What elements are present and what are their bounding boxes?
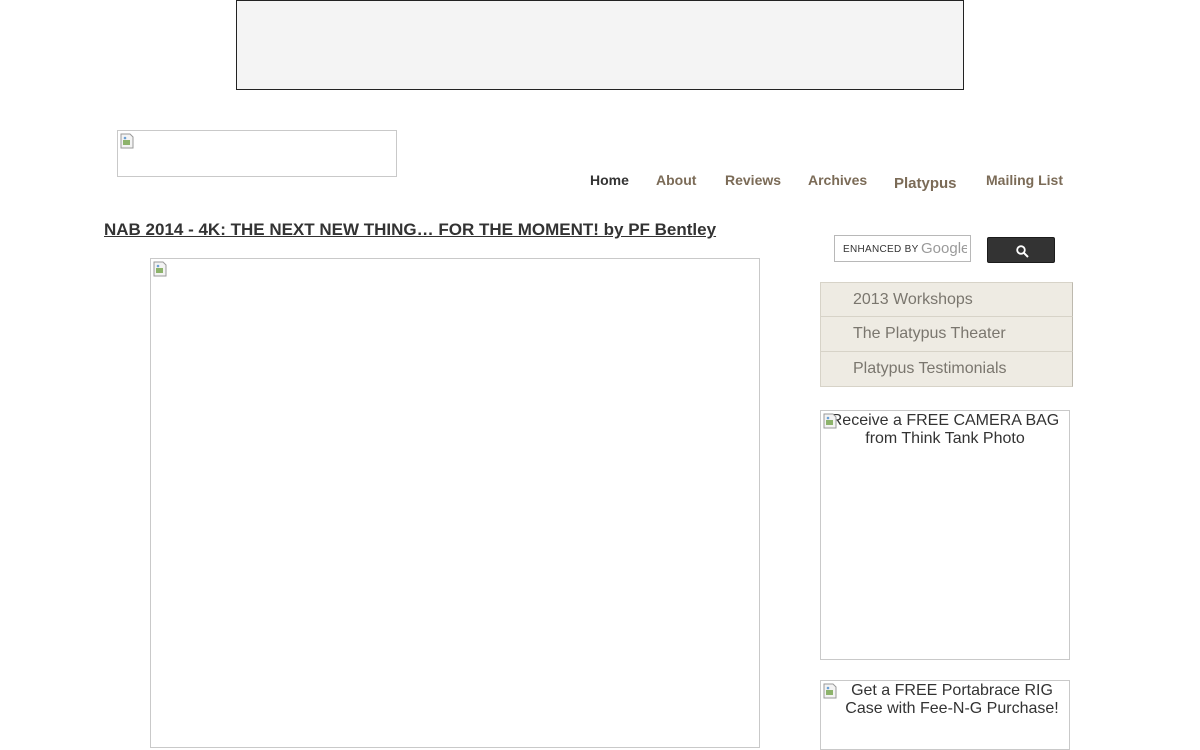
- broken-image-icon: [823, 683, 837, 699]
- promo-alt-text: Get a FREE Portabrace RIG Case with Fee-…: [845, 682, 1059, 717]
- broken-image-icon: [120, 133, 134, 149]
- promo-alt-text: Receive a FREE CAMERA BAG from Think Tan…: [830, 412, 1060, 447]
- sidebar-item-workshops[interactable]: 2013 Workshops: [820, 282, 1073, 317]
- sidebar-item-label: The Platypus Theater: [853, 325, 1006, 342]
- site-logo[interactable]: [117, 130, 397, 177]
- sidebar-menu: 2013 Workshops The Platypus Theater Plat…: [820, 282, 1073, 387]
- broken-image-icon: [823, 413, 837, 429]
- search-icon: [1016, 245, 1029, 258]
- promo-camera-bag[interactable]: Receive a FREE CAMERA BAG from Think Tan…: [820, 410, 1070, 660]
- nav-archives[interactable]: Archives: [808, 172, 867, 188]
- top-ad-banner[interactable]: [236, 0, 964, 90]
- search-input[interactable]: ENHANCED BY Google: [834, 235, 971, 262]
- main-nav: Home About Reviews Archives Platypus Mai…: [0, 172, 1200, 196]
- search-google-watermark: Google: [921, 240, 967, 257]
- post-title-link[interactable]: NAB 2014 - 4K: THE NEXT NEW THING… FOR T…: [104, 220, 716, 240]
- nav-home[interactable]: Home: [590, 172, 629, 188]
- search-enhanced-label: ENHANCED BY: [843, 244, 919, 255]
- search-button[interactable]: [987, 237, 1055, 263]
- nav-platypus[interactable]: Platypus: [894, 175, 957, 192]
- sidebar-item-platypus-theater[interactable]: The Platypus Theater: [820, 317, 1073, 352]
- broken-image-icon: [153, 261, 167, 277]
- post-image: [150, 258, 760, 748]
- nav-reviews[interactable]: Reviews: [725, 172, 781, 188]
- nav-about[interactable]: About: [656, 172, 696, 188]
- sidebar-item-platypus-testimonials[interactable]: Platypus Testimonials: [820, 352, 1073, 387]
- sidebar-item-label: Platypus Testimonials: [853, 360, 1007, 377]
- nav-mailing-list[interactable]: Mailing List: [986, 172, 1063, 188]
- sidebar-item-label: 2013 Workshops: [853, 291, 973, 308]
